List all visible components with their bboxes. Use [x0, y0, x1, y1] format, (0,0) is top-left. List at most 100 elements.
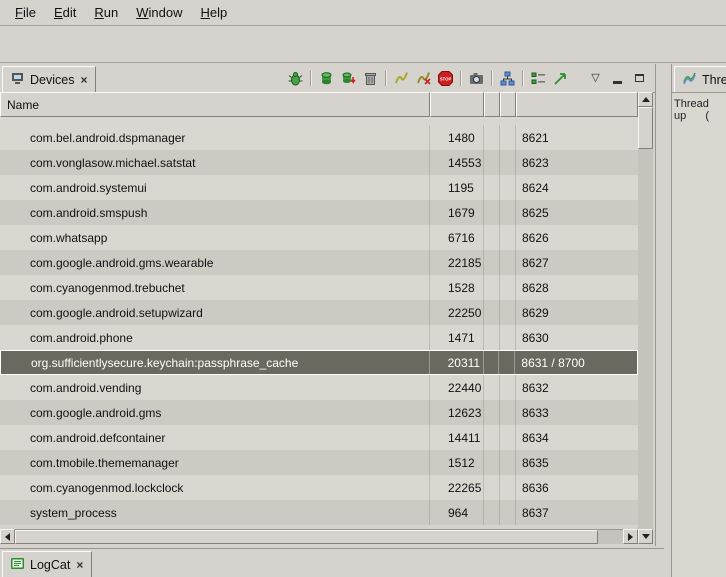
- cell-status2: [500, 250, 516, 275]
- cell-name: com.vonglasow.michael.satstat: [0, 150, 430, 175]
- update-heap-icon[interactable]: [317, 69, 336, 88]
- tab-threads[interactable]: Threads: [674, 66, 726, 92]
- cell-name: com.tmobile.thememanager: [0, 450, 430, 475]
- menu-edit[interactable]: Edit: [45, 1, 85, 24]
- table-row[interactable]: com.google.android.gms 12623 8633: [0, 400, 638, 425]
- table-row[interactable]: com.cyanogenmod.trebuchet 1528 8628: [0, 275, 638, 300]
- vertical-scroll-thumb[interactable]: [638, 107, 653, 149]
- cell-name: com.cyanogenmod.lockclock: [0, 475, 430, 500]
- minimize-icon[interactable]: [608, 69, 627, 88]
- cell-port: 8625: [516, 200, 638, 225]
- screen-capture-icon[interactable]: [467, 69, 486, 88]
- devices-panel: Devices × STOP: [0, 64, 656, 546]
- stop-threads-icon[interactable]: [414, 69, 433, 88]
- cell-status1: [484, 150, 500, 175]
- scroll-down-button[interactable]: [638, 529, 653, 544]
- cell-status1: [484, 325, 500, 350]
- dump-hprof-icon[interactable]: [339, 69, 358, 88]
- scroll-up-button[interactable]: [638, 92, 653, 107]
- scroll-right-button[interactable]: [623, 529, 638, 544]
- cell-status1: [484, 500, 500, 525]
- horizontal-scrollbar[interactable]: [0, 529, 638, 544]
- cell-name: org.sufficientlysecure.keychain:passphra…: [1, 351, 430, 374]
- tree-view-icon[interactable]: [529, 69, 548, 88]
- toolbar-separator: [310, 71, 312, 86]
- vertical-scrollbar[interactable]: [638, 92, 653, 544]
- table-row[interactable]: com.google.android.setupwizard 22250 862…: [0, 300, 638, 325]
- column-header-pid[interactable]: [430, 92, 484, 117]
- cell-port: 8636: [516, 475, 638, 500]
- cell-name: com.google.android.gms.wearable: [0, 250, 430, 275]
- table-row[interactable]: com.android.phone 1471 8630: [0, 325, 638, 350]
- table-row[interactable]: com.google.android.gms.wearable 22185 86…: [0, 250, 638, 275]
- table-row[interactable]: system_process 964 8637: [0, 500, 638, 525]
- devices-tab-label: Devices: [30, 73, 74, 87]
- table-row[interactable]: org.sufficientlysecure.keychain:passphra…: [0, 350, 638, 375]
- tab-devices[interactable]: Devices ×: [2, 66, 96, 92]
- tab-logcat[interactable]: LogCat ×: [2, 551, 92, 577]
- cell-pid: 12623: [430, 400, 484, 425]
- cell-status2: [500, 275, 516, 300]
- toolbar-separator: [491, 71, 493, 86]
- menu-run[interactable]: Run: [85, 1, 127, 24]
- cell-pid: 22440: [430, 375, 484, 400]
- svg-text:STOP: STOP: [440, 76, 452, 81]
- cell-status2: [500, 225, 516, 250]
- stop-process-icon[interactable]: STOP: [436, 69, 455, 88]
- cell-name: com.android.vending: [0, 375, 430, 400]
- cell-name: com.android.defcontainer: [0, 425, 430, 450]
- cell-port: 8621: [516, 125, 638, 150]
- menu-file[interactable]: File: [6, 1, 45, 24]
- column-header-name[interactable]: Name: [0, 92, 430, 117]
- table-row[interactable]: com.android.vending 22440 8632: [0, 375, 638, 400]
- cell-status1: [484, 351, 500, 374]
- table-row[interactable]: com.android.systemui 1195 8624: [0, 175, 638, 200]
- toolbar-separator: [460, 71, 462, 86]
- devices-tab-bar: Devices × STOP: [0, 64, 655, 93]
- table-row[interactable]: com.android.smspush 1679 8625: [0, 200, 638, 225]
- cell-name: com.android.systemui: [0, 175, 430, 200]
- threads-tab-bar: Threads: [672, 64, 726, 93]
- hierarchy-view-icon[interactable]: [498, 69, 517, 88]
- cell-port: 8633: [516, 400, 638, 425]
- threads-panel: Threads Thread up (: [671, 64, 726, 577]
- device-tab-icon: [10, 71, 25, 89]
- cell-status1: [484, 175, 500, 200]
- cell-status1: [484, 275, 500, 300]
- cell-port: 8634: [516, 425, 638, 450]
- devices-tab-close-icon[interactable]: ×: [79, 74, 88, 86]
- update-threads-icon[interactable]: [392, 69, 411, 88]
- logcat-tab-close-icon[interactable]: ×: [75, 559, 84, 571]
- table-row[interactable]: com.bel.android.dspmanager 1480 8621: [0, 125, 638, 150]
- menu-help[interactable]: Help: [191, 1, 236, 24]
- threads-tab-label: Threads: [702, 73, 726, 87]
- column-header-status2[interactable]: [500, 92, 516, 117]
- cell-status2: [500, 325, 516, 350]
- view-menu-icon[interactable]: ▽: [586, 69, 605, 88]
- table-row[interactable]: com.tmobile.thememanager 1512 8635: [0, 450, 638, 475]
- table-row[interactable]: com.whatsapp 6716 8626: [0, 225, 638, 250]
- table-row[interactable]: com.vonglasow.michael.satstat 14553 8623: [0, 150, 638, 175]
- cause-gc-icon[interactable]: [361, 69, 380, 88]
- cell-name: com.google.android.gms: [0, 400, 430, 425]
- table-row[interactable]: com.cyanogenmod.lockclock 22265 8636: [0, 475, 638, 500]
- horizontal-scroll-thumb[interactable]: [15, 530, 598, 544]
- pixel-perfect-icon[interactable]: [551, 69, 570, 88]
- cell-pid: 1679: [430, 200, 484, 225]
- debug-icon[interactable]: [286, 69, 305, 88]
- threads-message-line2: (: [689, 110, 709, 122]
- cell-name: com.cyanogenmod.trebuchet: [0, 275, 430, 300]
- cell-port: 8626: [516, 225, 638, 250]
- table-row[interactable]: com.android.defcontainer 14411 8634: [0, 425, 638, 450]
- cell-port: 8631 / 8700: [515, 351, 637, 374]
- cell-name: system_process: [0, 500, 430, 525]
- scroll-left-button[interactable]: [0, 529, 15, 544]
- column-header-port[interactable]: [516, 92, 638, 117]
- cell-status1: [484, 225, 500, 250]
- maximize-icon[interactable]: [630, 69, 649, 88]
- menu-window[interactable]: Window: [127, 1, 191, 24]
- column-header-status1[interactable]: [484, 92, 500, 117]
- cell-status2: [500, 375, 516, 400]
- cell-port: 8624: [516, 175, 638, 200]
- cell-status2: [500, 450, 516, 475]
